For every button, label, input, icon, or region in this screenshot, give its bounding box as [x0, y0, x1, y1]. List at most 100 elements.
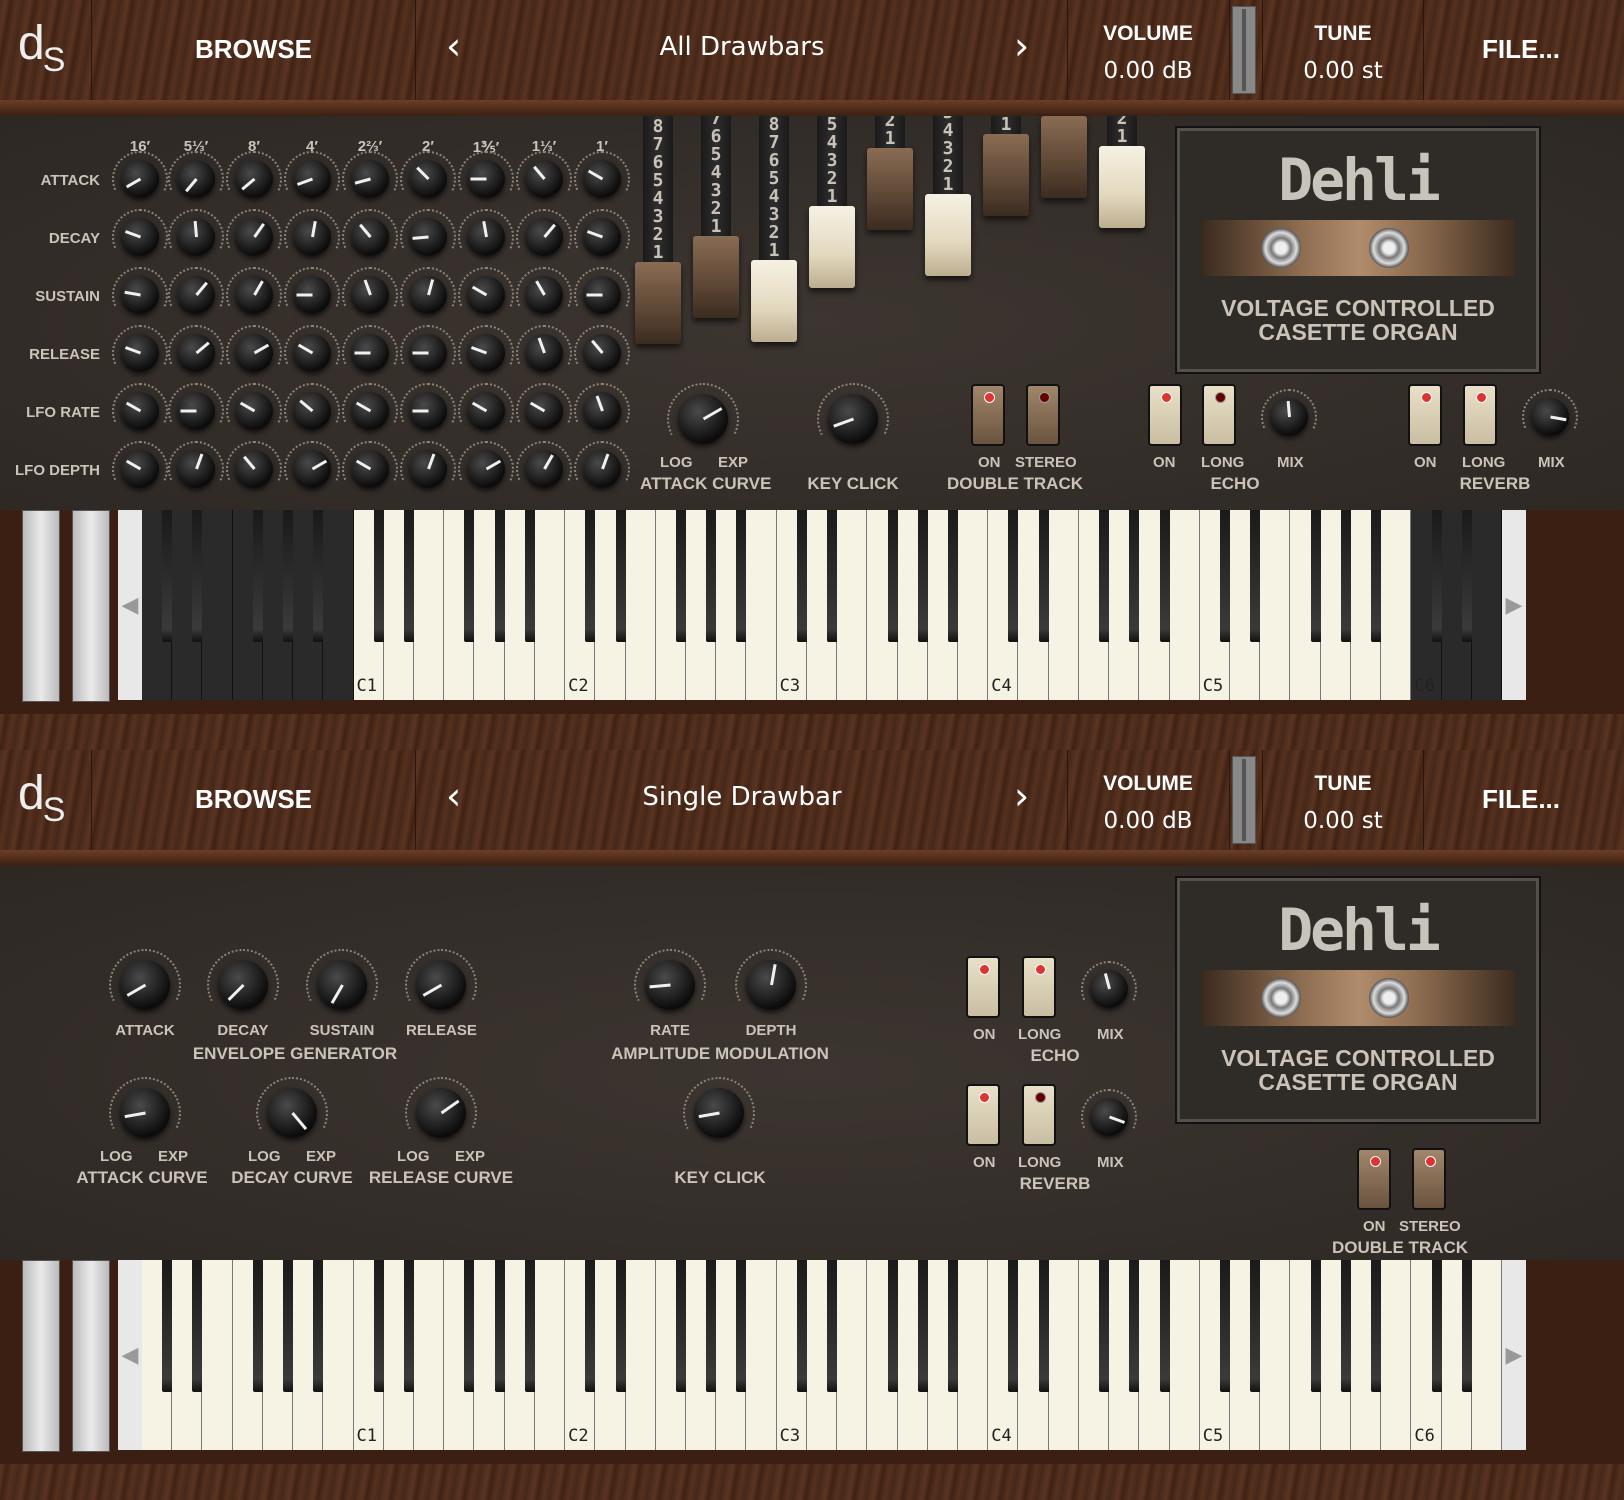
attack-curve-knob[interactable] — [667, 383, 739, 444]
envelope-knob[interactable] — [574, 441, 630, 488]
envelope-knob[interactable] — [458, 325, 514, 372]
drawbar-cap[interactable] — [983, 134, 1029, 216]
pitch-wheel[interactable] — [22, 510, 60, 702]
white-key[interactable] — [1381, 510, 1412, 700]
envelope-knob[interactable] — [342, 383, 398, 430]
envelope-knob[interactable] — [168, 325, 224, 372]
envelope-knob[interactable] — [516, 441, 572, 488]
reverb-long-switch[interactable] — [1463, 384, 1497, 446]
white-key[interactable] — [1169, 510, 1200, 700]
echo-on-switch[interactable] — [1148, 384, 1182, 446]
drawbar-cap[interactable] — [809, 206, 855, 288]
preset-name[interactable]: Single Drawbar — [542, 782, 942, 812]
white-key[interactable] — [1260, 510, 1291, 700]
drawbar-cap[interactable] — [751, 260, 797, 342]
white-key[interactable] — [414, 510, 445, 700]
white-key[interactable] — [534, 510, 566, 700]
white-key[interactable] — [746, 510, 777, 700]
envelope-knob[interactable] — [342, 441, 398, 488]
envelope-knob[interactable] — [400, 209, 456, 256]
white-key[interactable] — [958, 510, 989, 700]
envelope-knob[interactable] — [168, 441, 224, 488]
double-track-on-switch[interactable] — [1357, 1148, 1391, 1210]
envelope-knob[interactable] — [342, 267, 398, 314]
decay-curve-knob[interactable] — [256, 1077, 328, 1138]
envelope-knob[interactable] — [226, 267, 282, 314]
reverb-mix-knob[interactable] — [1522, 389, 1578, 436]
envelope-knob[interactable] — [458, 383, 514, 430]
envelope-knob[interactable] — [112, 441, 168, 488]
envelope-knob[interactable] — [112, 383, 168, 430]
next-preset-icon[interactable]: › — [1014, 24, 1029, 68]
envelope-knob[interactable] — [516, 151, 572, 198]
octave-left-icon[interactable]: ◀ — [118, 1260, 142, 1450]
sustain-knob[interactable] — [306, 949, 378, 1010]
envelope-knob[interactable] — [574, 151, 630, 198]
envelope-knob[interactable] — [458, 267, 514, 314]
white-key[interactable] — [1471, 510, 1502, 700]
echo-mix-knob[interactable] — [1261, 389, 1317, 436]
next-preset-icon[interactable]: › — [1014, 774, 1029, 818]
double-track-stereo-switch[interactable] — [1412, 1148, 1446, 1210]
release-knob[interactable] — [405, 949, 477, 1010]
envelope-knob[interactable] — [226, 325, 282, 372]
envelope-knob[interactable] — [342, 151, 398, 198]
envelope-knob[interactable] — [574, 383, 630, 430]
envelope-knob[interactable] — [284, 383, 340, 430]
release-curve-knob[interactable] — [405, 1077, 477, 1138]
envelope-knob[interactable] — [516, 325, 572, 372]
envelope-knob[interactable] — [342, 325, 398, 372]
white-key[interactable] — [1471, 1260, 1502, 1450]
echo-long-switch[interactable] — [1202, 384, 1236, 446]
envelope-knob[interactable] — [400, 267, 456, 314]
envelope-knob[interactable] — [168, 209, 224, 256]
envelope-knob[interactable] — [284, 209, 340, 256]
drawbar-cap[interactable] — [1041, 116, 1087, 198]
envelope-knob[interactable] — [400, 325, 456, 372]
white-key[interactable] — [1381, 1260, 1412, 1450]
tune-value[interactable]: 0.00 st — [1268, 58, 1418, 84]
prev-preset-icon[interactable]: ‹ — [446, 774, 461, 818]
envelope-knob[interactable] — [458, 151, 514, 198]
preset-name[interactable]: All Drawbars — [542, 32, 942, 62]
double-track-stereo-switch[interactable] — [1026, 384, 1060, 446]
envelope-knob[interactable] — [516, 267, 572, 314]
tune-control[interactable]: TUNE 0.00 st — [1262, 0, 1424, 100]
envelope-knob[interactable] — [574, 209, 630, 256]
mod-wheel[interactable] — [72, 1260, 110, 1452]
envelope-knob[interactable] — [400, 383, 456, 430]
white-key[interactable] — [958, 1260, 989, 1450]
envelope-knob[interactable] — [284, 151, 340, 198]
envelope-knob[interactable] — [516, 209, 572, 256]
prev-preset-icon[interactable]: ‹ — [446, 24, 461, 68]
reverb-mix-knob[interactable] — [1081, 1089, 1137, 1136]
envelope-knob[interactable] — [284, 267, 340, 314]
white-key[interactable] — [625, 1260, 656, 1450]
reverb-on-switch[interactable] — [1408, 384, 1442, 446]
envelope-knob[interactable] — [112, 325, 168, 372]
browse-button[interactable]: BROWSE — [92, 0, 416, 100]
logo-cell[interactable]: dS — [0, 0, 92, 100]
white-key[interactable] — [1260, 1260, 1291, 1450]
white-key[interactable] — [837, 1260, 868, 1450]
drawbar-cap[interactable] — [867, 148, 913, 230]
double-track-on-switch[interactable] — [971, 384, 1005, 446]
key-click-knob[interactable] — [683, 1077, 755, 1138]
octave-left-icon[interactable]: ◀ — [118, 510, 142, 700]
drawbar-cap[interactable] — [1099, 146, 1145, 228]
am-rate-knob[interactable] — [634, 949, 706, 1010]
drawbar-cap[interactable] — [925, 194, 971, 276]
envelope-knob[interactable] — [168, 267, 224, 314]
volume-control[interactable]: VOLUME 0.00 dB — [1068, 750, 1230, 850]
volume-control[interactable]: VOLUME 0.00 dB — [1068, 0, 1230, 100]
envelope-knob[interactable] — [226, 383, 282, 430]
decay-knob[interactable] — [207, 949, 279, 1010]
key-click-knob[interactable] — [817, 383, 889, 444]
white-key[interactable] — [625, 510, 656, 700]
envelope-knob[interactable] — [342, 209, 398, 256]
white-key[interactable] — [202, 510, 233, 700]
reverb-long-switch[interactable] — [1022, 1084, 1056, 1146]
envelope-knob[interactable] — [112, 209, 168, 256]
mod-wheel[interactable] — [72, 510, 110, 702]
envelope-knob[interactable] — [168, 151, 224, 198]
